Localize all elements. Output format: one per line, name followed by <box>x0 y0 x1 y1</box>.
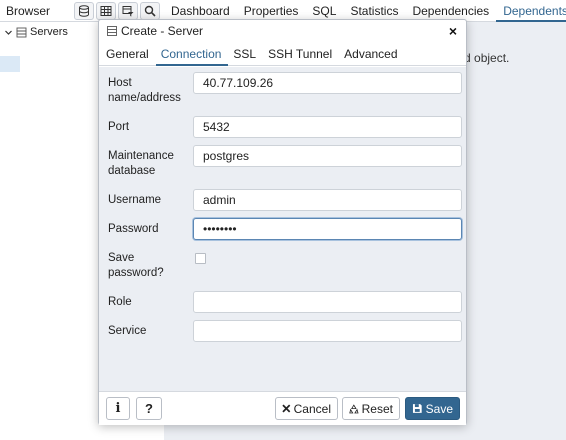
dialog-body: Host name/address Port Maintenance datab… <box>99 67 466 391</box>
save-password-checkbox[interactable] <box>195 253 206 264</box>
tab-ssl[interactable]: SSL <box>228 42 263 66</box>
tab-advanced[interactable]: Advanced <box>339 42 404 66</box>
maintenance-label-line2: database <box>108 165 156 177</box>
cancel-button-label: Cancel <box>293 401 331 416</box>
maintenance-db-label: Maintenance database <box>108 149 174 179</box>
maintenance-db-input[interactable] <box>193 145 462 167</box>
database-toolbar-button[interactable] <box>74 2 94 20</box>
tree-selected-row[interactable] <box>0 56 20 72</box>
help-icon: ? <box>145 401 153 416</box>
floppy-disk-icon <box>412 404 422 413</box>
tab-general[interactable]: General <box>101 42 156 66</box>
table-icon <box>100 6 112 16</box>
service-label: Service <box>108 325 147 337</box>
help-button[interactable]: ? <box>136 397 162 420</box>
info-button[interactable]: i <box>106 397 130 420</box>
info-icon: i <box>115 401 121 416</box>
table-toolbar-button[interactable] <box>96 2 116 20</box>
tab-ssh-tunnel[interactable]: SSH Tunnel <box>263 42 339 66</box>
host-label: Host name/address <box>108 76 181 106</box>
save-button[interactable]: Save <box>405 397 460 420</box>
tab-connection[interactable]: Connection <box>155 42 229 66</box>
dialog-footer: i ? Cancel Reset Save <box>99 391 466 425</box>
host-label-line1: Host <box>108 77 132 89</box>
dialog-header: Create - Server × <box>99 20 466 42</box>
create-server-dialog: Create - Server × General Connection SSL… <box>98 19 467 425</box>
service-input[interactable] <box>193 320 462 342</box>
dialog-server-icon <box>107 26 117 36</box>
search-icon <box>144 5 156 17</box>
close-icon[interactable]: × <box>446 23 460 39</box>
save-password-label-line2: password? <box>108 267 164 279</box>
host-label-line2: name/address <box>108 92 181 104</box>
recycle-icon <box>349 403 359 413</box>
browser-title: Browser <box>6 4 51 18</box>
save-button-label: Save <box>425 401 453 416</box>
password-input[interactable] <box>193 218 462 240</box>
port-label: Port <box>108 121 130 133</box>
close-icon <box>282 404 291 413</box>
server-group-icon <box>16 27 27 37</box>
filter-table-icon <box>122 6 134 17</box>
filter-toolbar-button[interactable] <box>118 2 138 20</box>
role-label: Role <box>108 296 132 308</box>
tree-item-label: Servers <box>30 26 68 38</box>
reset-button-label: Reset <box>361 401 393 416</box>
cancel-button[interactable]: Cancel <box>275 397 338 420</box>
tab-dependents[interactable]: Dependents <box>496 0 566 22</box>
password-label: Password <box>108 223 159 235</box>
host-input[interactable] <box>193 72 462 94</box>
username-label: Username <box>108 194 162 206</box>
dialog-tabs: General Connection SSL SSH Tunnel Advanc… <box>99 42 466 66</box>
save-password-label: Save password? <box>108 251 164 281</box>
dialog-title: Create - Server <box>121 24 204 38</box>
reset-button[interactable]: Reset <box>342 397 400 420</box>
database-icon <box>79 5 89 17</box>
port-input[interactable] <box>193 116 462 138</box>
maintenance-label-line1: Maintenance <box>108 150 174 162</box>
username-input[interactable] <box>193 189 462 211</box>
save-password-label-line1: Save <box>108 252 135 264</box>
tree-item-servers[interactable]: Servers <box>4 26 68 38</box>
search-toolbar-button[interactable] <box>140 2 160 20</box>
role-input[interactable] <box>193 291 462 313</box>
chevron-down-icon <box>5 30 12 35</box>
